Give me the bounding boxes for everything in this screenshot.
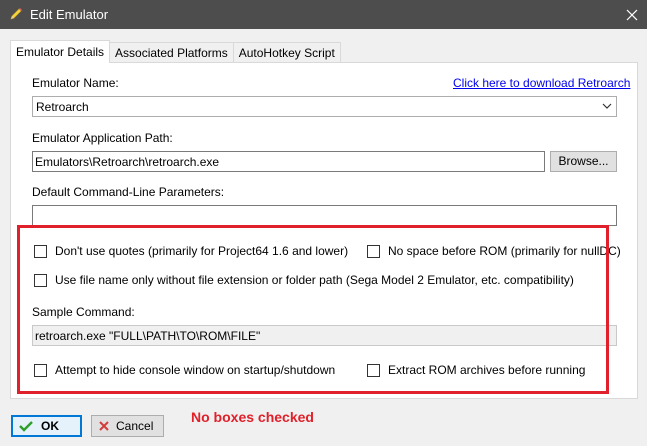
download-retroarch-link[interactable]: Click here to download Retroarch (453, 76, 630, 90)
emulator-name-label: Emulator Name: (32, 76, 119, 90)
tab-strip: Emulator Details Associated Platforms Au… (10, 40, 341, 63)
command-line-parameters-input[interactable] (32, 205, 617, 226)
close-button[interactable] (617, 0, 647, 29)
checkmark-icon (19, 421, 33, 432)
tab-autohotkey-script[interactable]: AutoHotkey Script (232, 42, 341, 63)
close-icon (626, 9, 638, 20)
annotation-text: No boxes checked (191, 409, 314, 425)
title-bar: Edit Emulator (0, 0, 647, 29)
ok-button[interactable]: OK (11, 415, 82, 437)
ok-label: OK (41, 419, 59, 433)
emulator-name-combobox[interactable]: Retroarch (32, 96, 617, 117)
pencil-icon (10, 8, 22, 20)
chevron-down-icon (602, 103, 612, 109)
cancel-label: Cancel (116, 419, 154, 433)
application-path-label: Emulator Application Path: (32, 131, 173, 145)
window-title: Edit Emulator (30, 7, 109, 22)
command-line-parameters-label: Default Command-Line Parameters: (32, 185, 225, 199)
x-icon (99, 421, 109, 431)
application-path-value: Emulators\Retroarch\retroarch.exe (35, 155, 220, 169)
tab-associated-platforms[interactable]: Associated Platforms (109, 42, 234, 63)
application-path-input[interactable]: Emulators\Retroarch\retroarch.exe (32, 151, 545, 172)
cancel-button[interactable]: Cancel (91, 415, 164, 437)
emulator-name-value: Retroarch (36, 100, 89, 114)
highlight-rectangle (17, 225, 609, 394)
tab-emulator-details[interactable]: Emulator Details (10, 40, 111, 63)
browse-button[interactable]: Browse... (550, 151, 617, 172)
